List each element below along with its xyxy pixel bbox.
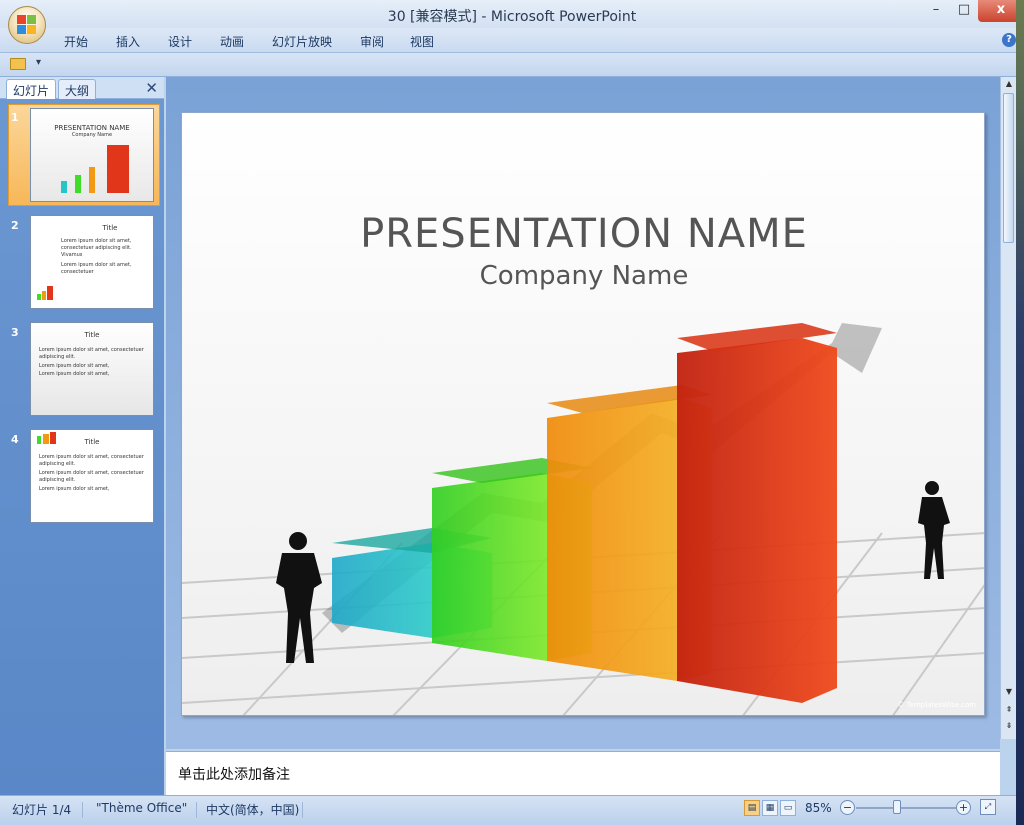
- slides-pane: 幻灯片 大纲 ✕ 1 PRESENTATION NAME Company Nam…: [0, 77, 164, 795]
- title-bar: 30 [兼容模式] - Microsoft PowerPoint – □ x: [0, 0, 1024, 28]
- tab-review[interactable]: 审阅: [360, 33, 384, 50]
- slide-thumbnail-1[interactable]: PRESENTATION NAME Company Name: [30, 108, 154, 202]
- thumbnail-number: 3: [11, 326, 19, 339]
- thumbnail-bar: [43, 434, 49, 444]
- thumbnail-bar: [50, 432, 56, 444]
- status-divider: [196, 802, 197, 818]
- thumbnail-bar: [37, 436, 41, 444]
- scroll-thumb[interactable]: [1003, 93, 1014, 243]
- thumbnail-title: Title: [102, 224, 118, 232]
- tab-insert[interactable]: 插入: [116, 33, 140, 50]
- window-title: 30 [兼容模式] - Microsoft PowerPoint: [387, 9, 637, 25]
- tab-outline[interactable]: 大纲: [58, 79, 97, 99]
- thumbnail-bar: [47, 286, 53, 300]
- chart-bars: [332, 323, 837, 703]
- vertical-scrollbar[interactable]: ▲ ▼ ⇞ ⇟: [1000, 77, 1016, 739]
- pane-tabs: 幻灯片 大纲 ✕: [0, 77, 164, 99]
- thumbnail-bullet: Lorem ipsum dolor sit amet,: [39, 371, 110, 377]
- thumbnail-bar: [42, 291, 46, 300]
- tab-slides[interactable]: 幻灯片: [6, 79, 57, 99]
- ribbon-tabs: 开始 插入 设计 动画 幻灯片放映 审阅 视图 ?: [0, 28, 1024, 53]
- thumbnail-number: 2: [11, 219, 19, 232]
- slide-graphic: [182, 323, 984, 715]
- tab-slideshow[interactable]: 幻灯片放映: [272, 33, 332, 50]
- zoom-slider-knob[interactable]: [893, 800, 901, 814]
- thumbnail-title: PRESENTATION NAME: [54, 124, 130, 132]
- zoom-slider[interactable]: [856, 807, 956, 809]
- previous-slide-icon[interactable]: ⇞: [1003, 705, 1015, 717]
- thumbnail-bullet: Lorem ipsum dolor sit amet,: [39, 363, 110, 369]
- theme-name[interactable]: "Thème Office": [96, 801, 187, 815]
- open-folder-icon[interactable]: [10, 58, 26, 70]
- bar-red: [677, 338, 837, 703]
- thumbnail-bar: [75, 175, 81, 193]
- thumbnail-bullet: Lorem ipsum dolor sit amet,: [39, 486, 110, 492]
- slide-sorter-view-icon[interactable]: ▦: [762, 800, 778, 816]
- status-divider: [302, 802, 303, 818]
- slide-thumbnail-2[interactable]: Title Lorem ipsum dolor sit amet, consec…: [30, 215, 154, 309]
- notes-pane[interactable]: 单击此处添加备注: [166, 751, 1000, 795]
- thumbnail-bullet: Lorem ipsum dolor sit amet, consectetuer…: [39, 470, 144, 483]
- slide-counter: 幻灯片 1/4: [12, 803, 72, 817]
- slide-title[interactable]: PRESENTATION NAME: [182, 211, 984, 257]
- thumbnail-bar: [107, 145, 129, 193]
- thumbnail-bullet: Lorem ipsum dolor sit amet, consectetuer…: [39, 454, 144, 467]
- thumbnail-bullet: Lorem ipsum dolor sit amet, consectetuer…: [39, 347, 144, 360]
- window-controls: – □ x: [922, 0, 1024, 24]
- thumbnail-subtitle: Company Name: [71, 132, 113, 138]
- status-divider: [82, 802, 83, 818]
- thumbnail-bar: [89, 167, 95, 193]
- zoom-in-icon[interactable]: +: [956, 800, 971, 815]
- slide-credit: © TemplatesWise.com: [897, 701, 976, 709]
- qat-dropdown-icon[interactable]: ▾: [36, 57, 41, 68]
- office-button[interactable]: [8, 6, 46, 44]
- tab-view[interactable]: 视图: [410, 33, 434, 50]
- minimize-button[interactable]: –: [922, 0, 950, 22]
- next-slide-icon[interactable]: ⇟: [1003, 721, 1015, 733]
- thumbnail-bullet: Lorem ipsum dolor sit amet, consectetuer: [61, 262, 132, 275]
- zoom-level[interactable]: 85%: [805, 801, 832, 815]
- status-bar: 幻灯片 1/4 "Thème Office" 中文(简体，中国) ▤ ▦ ▭ 8…: [0, 795, 1016, 825]
- thumbnail-bar: [61, 181, 67, 193]
- window-edge: [1016, 0, 1024, 825]
- tab-animation[interactable]: 动画: [220, 33, 244, 50]
- thumbnail-number: 4: [11, 433, 19, 446]
- slide-thumbnail-4[interactable]: Title Lorem ipsum dolor sit amet, consec…: [30, 429, 154, 523]
- thumbnail-number: 1: [11, 111, 19, 124]
- quick-access-toolbar: ▾: [0, 53, 1024, 77]
- slide-subtitle[interactable]: Company Name: [182, 261, 984, 291]
- businessman-right-icon: [918, 481, 950, 579]
- close-pane-icon[interactable]: ✕: [145, 79, 158, 97]
- tab-design[interactable]: 设计: [168, 33, 192, 50]
- zoom-out-icon[interactable]: −: [840, 800, 855, 815]
- thumbnail-bullet: Lorem ipsum dolor sit amet, consectetuer…: [61, 238, 132, 258]
- fit-to-window-icon[interactable]: ⤢: [980, 799, 996, 815]
- businessman-left-icon: [276, 532, 322, 663]
- thumbnail-bar: [37, 294, 41, 300]
- tab-home[interactable]: 开始: [64, 33, 88, 50]
- help-icon[interactable]: ?: [1002, 33, 1016, 47]
- maximize-button[interactable]: □: [950, 0, 978, 22]
- slide-thumbnail-3[interactable]: Title Lorem ipsum dolor sit amet, consec…: [30, 322, 154, 416]
- language-indicator[interactable]: 中文(简体，中国): [206, 801, 299, 818]
- slideshow-view-icon[interactable]: ▭: [780, 800, 796, 816]
- scroll-down-icon[interactable]: ▼: [1003, 687, 1015, 699]
- normal-view-icon[interactable]: ▤: [744, 800, 760, 816]
- thumbnail-title: Title: [84, 331, 100, 339]
- main-slide[interactable]: PRESENTATION NAME Company Name © Templat…: [181, 112, 985, 716]
- office-logo-icon: [17, 15, 37, 35]
- scroll-up-icon[interactable]: ▲: [1003, 79, 1015, 91]
